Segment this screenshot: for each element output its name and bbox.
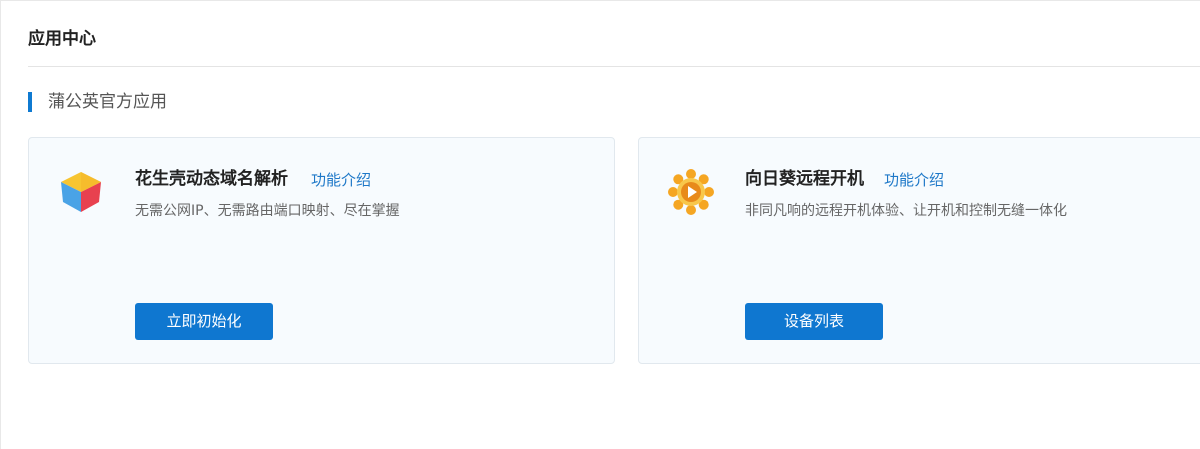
section-title: 蒲公英官方应用 — [48, 92, 167, 112]
app-center-page: 应用中心 蒲公英官方应用 花生壳动态域名解析 功能介绍 无需公网IP、无需路由端… — [0, 0, 1200, 449]
app-description: 非同凡响的远程开机体验、让开机和控制无缝一体化 — [745, 203, 1067, 219]
section-accent-bar — [28, 92, 32, 112]
app-card-peanut-shell: 花生壳动态域名解析 功能介绍 无需公网IP、无需路由端口映射、尽在掌握 立即初始… — [28, 137, 615, 364]
initialize-button[interactable]: 立即初始化 — [135, 303, 273, 340]
feature-intro-link[interactable]: 功能介绍 — [311, 169, 371, 191]
peanut-shell-cube-icon — [57, 168, 105, 216]
header-divider — [28, 66, 1200, 67]
feature-intro-link[interactable]: 功能介绍 — [884, 169, 944, 191]
device-list-button[interactable]: 设备列表 — [745, 303, 883, 340]
app-description: 无需公网IP、无需路由端口映射、尽在掌握 — [135, 203, 400, 219]
app-name: 向日葵远程开机 — [745, 169, 864, 189]
app-name: 花生壳动态域名解析 — [135, 169, 288, 189]
sunflower-icon — [667, 168, 715, 216]
page-title: 应用中心 — [28, 29, 96, 49]
app-card-sunflower: 向日葵远程开机 功能介绍 非同凡响的远程开机体验、让开机和控制无缝一体化 设备列… — [638, 137, 1200, 364]
